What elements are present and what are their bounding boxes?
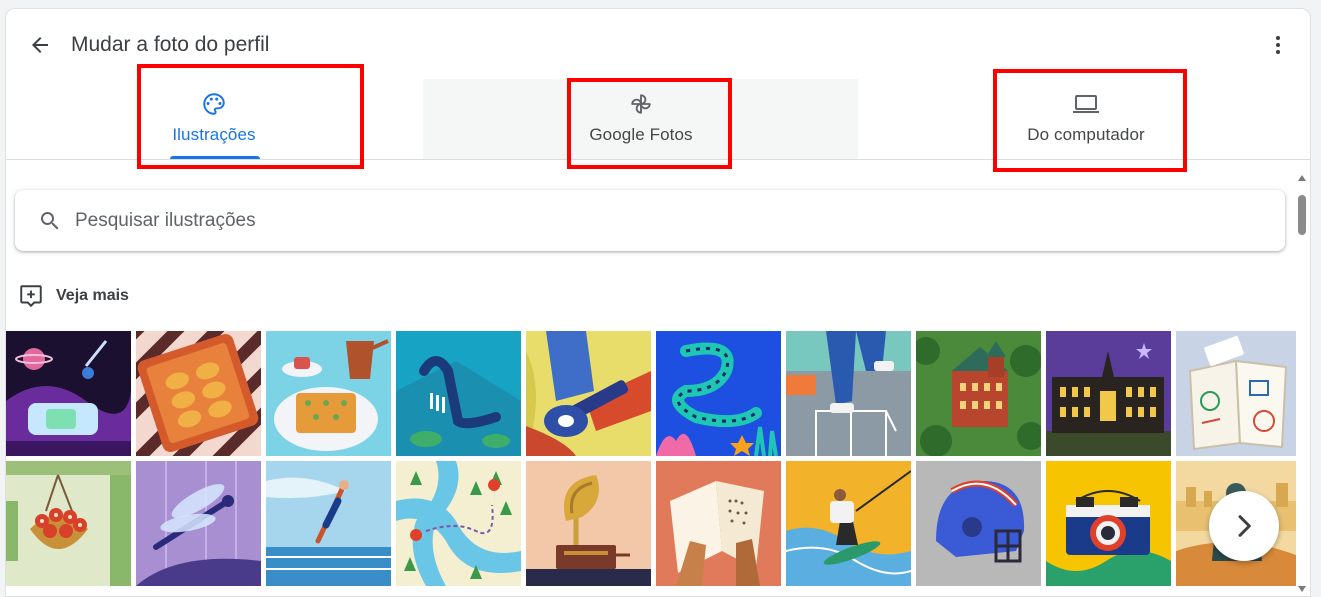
next-page-button[interactable] xyxy=(1209,491,1279,561)
back-button[interactable] xyxy=(24,29,56,61)
illustration-tile[interactable] xyxy=(396,331,521,456)
tab-label: Ilustrações xyxy=(172,125,256,144)
tab-google-fotos[interactable]: Google Fotos xyxy=(566,81,716,159)
illustration-tile[interactable] xyxy=(136,461,261,586)
illustration-tile[interactable] xyxy=(526,461,651,586)
scroll-down-icon[interactable] xyxy=(1298,586,1306,592)
dialog-header: Mudar a foto do perfil xyxy=(6,9,1310,81)
more-vert-icon xyxy=(1276,36,1280,54)
scroll-thumb[interactable] xyxy=(1298,195,1306,235)
profile-photo-dialog: Mudar a foto do perfil Ilustrações Googl… xyxy=(5,8,1311,597)
arrow-back-icon xyxy=(32,37,48,53)
illustration-tile[interactable] xyxy=(916,331,1041,456)
illustration-tile[interactable] xyxy=(1046,331,1171,456)
laptop-icon xyxy=(1071,91,1101,117)
tab-ilustracoes[interactable]: Ilustrações xyxy=(154,81,274,159)
tab-label: Google Fotos xyxy=(589,125,693,144)
illustration-tile[interactable] xyxy=(786,331,911,456)
pinwheel-icon xyxy=(627,91,655,117)
illustration-tile[interactable] xyxy=(136,331,261,456)
illustration-tile[interactable] xyxy=(6,331,131,456)
vertical-scrollbar[interactable] xyxy=(1294,167,1310,596)
illustration-tile[interactable] xyxy=(1176,331,1296,456)
illustration-tile[interactable] xyxy=(1046,461,1171,586)
tab-label: Do computador xyxy=(1027,125,1145,144)
see-more-label: Veja mais xyxy=(56,287,129,304)
illustration-tile[interactable] xyxy=(266,461,391,586)
illustration-tile[interactable] xyxy=(266,331,391,456)
tabs-divider xyxy=(6,159,1310,160)
illustration-tile[interactable] xyxy=(6,461,131,586)
search-icon xyxy=(37,208,63,234)
see-more-link[interactable]: Veja mais xyxy=(18,283,129,309)
add-to-photo-icon xyxy=(20,285,42,308)
search-input[interactable] xyxy=(75,209,1175,232)
tab-do-computador[interactable]: Do computador xyxy=(1006,81,1166,159)
illustration-tile[interactable] xyxy=(526,331,651,456)
page-title: Mudar a foto do perfil xyxy=(71,33,270,56)
illustration-tile[interactable] xyxy=(656,461,781,586)
illustration-tile[interactable] xyxy=(396,461,521,586)
chevron-right-icon xyxy=(1238,515,1251,537)
illustrations-grid xyxy=(6,331,1296,596)
palette-icon xyxy=(201,91,227,117)
illustration-tile[interactable] xyxy=(916,461,1041,586)
illustration-tile[interactable] xyxy=(656,331,781,456)
more-options-button[interactable] xyxy=(1264,29,1292,61)
scroll-up-icon[interactable] xyxy=(1298,175,1306,181)
illustration-tile[interactable] xyxy=(786,461,911,586)
search-box[interactable] xyxy=(15,190,1285,251)
